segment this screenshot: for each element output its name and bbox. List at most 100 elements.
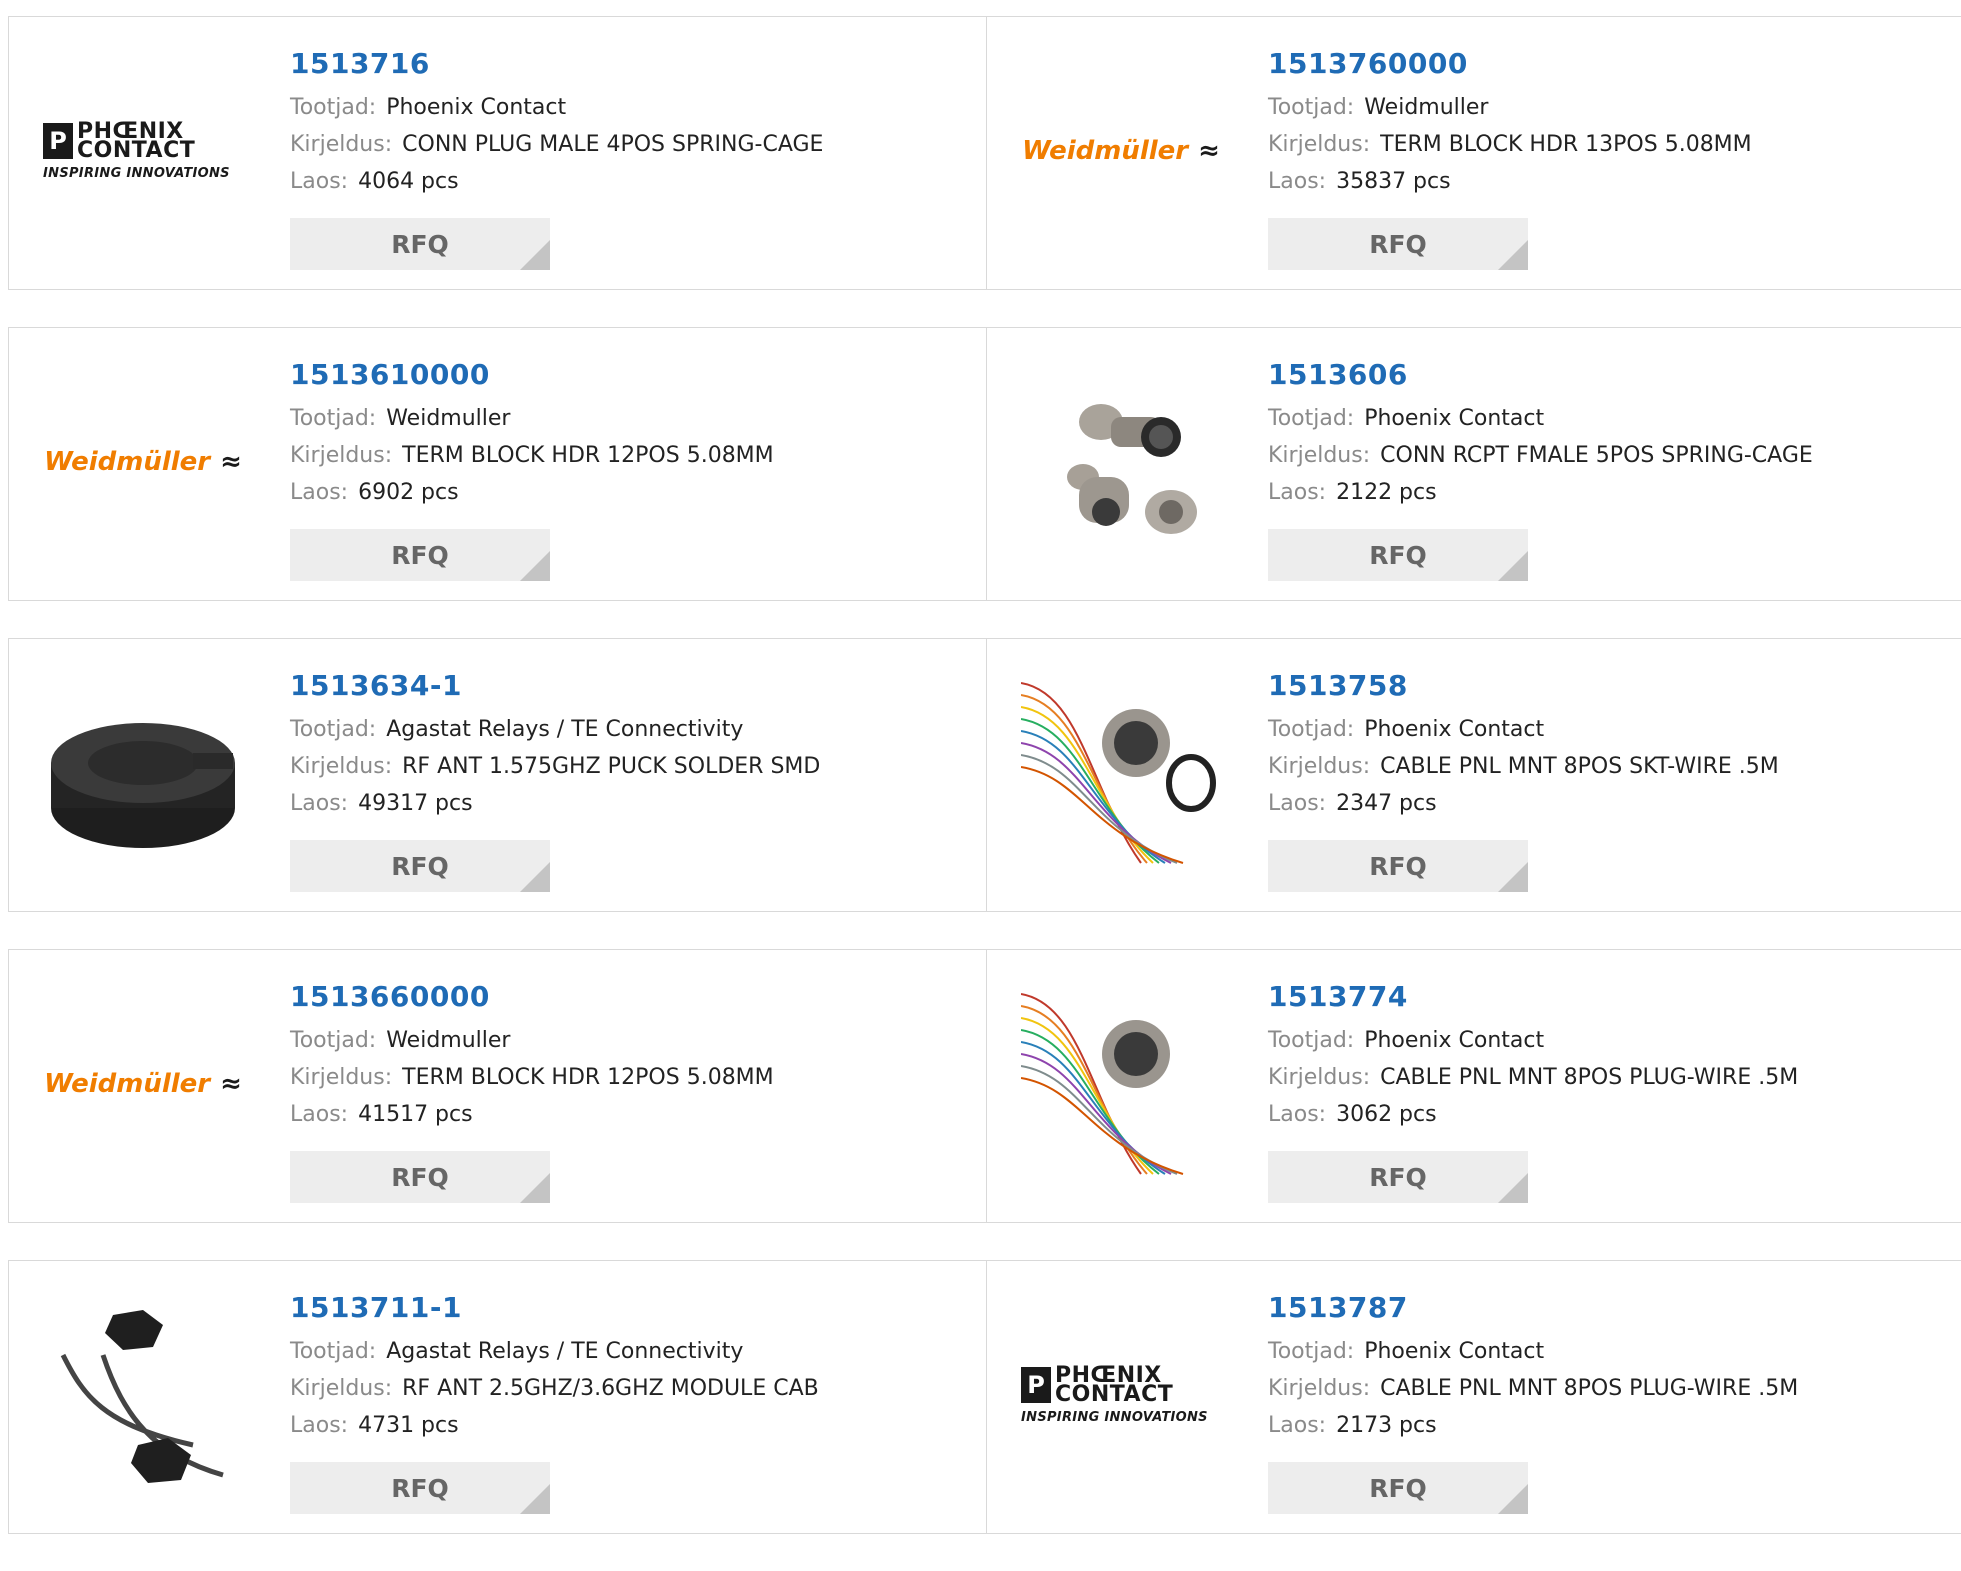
weidmuller-symbol-icon: ≈ xyxy=(220,447,242,477)
rfq-button[interactable]: RFQ xyxy=(290,529,550,581)
product-card: Weidmüller ≈ 1513760000 Tootjad: Weidmulle… xyxy=(986,16,1961,290)
part-number-link[interactable]: 1513711-1 xyxy=(290,1291,819,1325)
product-grid: P PHŒNIX CONTACT INSPIRING INNOVATIONS 1513… xyxy=(8,16,1961,1571)
rfq-label: RFQ xyxy=(1369,540,1427,570)
manufacturer-label: Tootjad: xyxy=(290,1028,377,1053)
cable-socket-photo[interactable] xyxy=(1021,673,1221,873)
part-number-link[interactable]: 1513716 xyxy=(290,47,823,81)
part-number-link[interactable]: 1513758 xyxy=(1268,669,1779,703)
manufacturer-value: Weidmuller xyxy=(386,406,511,431)
manufacturer-row: Tootjad: Phoenix Contact xyxy=(1268,1022,1798,1059)
manufacturer-value: Agastat Relays / TE Connectivity xyxy=(386,1339,744,1364)
description-label: Kirjeldus: xyxy=(1268,754,1371,779)
weidmuller-logo[interactable]: Weidmüller ≈ xyxy=(1021,51,1221,251)
description-value: CONN PLUG MALE 4POS SPRING-CAGE xyxy=(402,132,824,157)
module-antenna-photo[interactable] xyxy=(43,1295,243,1495)
product-card: 1513634-1 Tootjad: Agastat Relays / TE Co… xyxy=(8,638,987,912)
description-value: CABLE PNL MNT 8POS PLUG-WIRE .5M xyxy=(1380,1376,1799,1401)
weidmuller-symbol-icon: ≈ xyxy=(1198,136,1220,166)
rfq-label: RFQ xyxy=(1369,1162,1427,1192)
rfq-button[interactable]: RFQ xyxy=(1268,1151,1528,1203)
part-number-link[interactable]: 1513610000 xyxy=(290,358,774,392)
description-row: Kirjeldus: RF ANT 2.5GHZ/3.6GHZ MODULE CA… xyxy=(290,1370,819,1407)
description-label: Kirjeldus: xyxy=(1268,1376,1371,1401)
rfq-button[interactable]: RFQ xyxy=(290,218,550,270)
logo-text: Weidmüller xyxy=(44,447,211,477)
logo-tagline: INSPIRING INNOVATIONS xyxy=(1021,1409,1208,1425)
corner-triangle-icon xyxy=(1498,1173,1528,1203)
manufacturer-label: Tootjad: xyxy=(290,717,377,742)
puck-antenna-photo[interactable] xyxy=(43,673,243,873)
logo-tagline: INSPIRING INNOVATIONS xyxy=(43,165,230,181)
puck-antenna-photo-icon xyxy=(51,723,235,848)
stock-value: 35837 pcs xyxy=(1336,169,1451,194)
rfq-button[interactable]: RFQ xyxy=(1268,218,1528,270)
product-card: 1513711-1 Tootjad: Agastat Relays / TE Co… xyxy=(8,1260,987,1534)
stock-row: Laos: 49317 pcs xyxy=(290,785,820,822)
rfq-label: RFQ xyxy=(1369,851,1427,881)
module-antenna-photo-icon xyxy=(60,1310,224,1483)
manufacturer-value: Agastat Relays / TE Connectivity xyxy=(386,717,744,742)
cable-plug-photo[interactable] xyxy=(1021,984,1221,1184)
manufacturer-label: Tootjad: xyxy=(290,1339,377,1364)
rfq-button[interactable]: RFQ xyxy=(290,1462,550,1514)
product-card: Weidmüller ≈ 1513660000 Tootjad: Weidmulle… xyxy=(8,949,987,1223)
product-info: 1513610000 Tootjad: Weidmuller Kirjeldus:… xyxy=(290,358,774,511)
stock-row: Laos: 4731 pcs xyxy=(290,1407,819,1444)
description-value: CONN RCPT FMALE 5POS SPRING-CAGE xyxy=(1380,443,1813,468)
manufacturer-value: Weidmuller xyxy=(386,1028,511,1053)
stock-value: 2347 pcs xyxy=(1336,791,1437,816)
description-label: Kirjeldus: xyxy=(1268,132,1371,157)
stock-value: 4731 pcs xyxy=(358,1413,459,1438)
rfq-button[interactable]: RFQ xyxy=(290,840,550,892)
manufacturer-label: Tootjad: xyxy=(1268,95,1355,120)
part-number-link[interactable]: 1513760000 xyxy=(1268,47,1752,81)
logo-text: CONTACT xyxy=(77,137,196,163)
stock-label: Laos: xyxy=(290,169,349,194)
product-info: 1513634-1 Tootjad: Agastat Relays / TE Co… xyxy=(290,669,820,822)
description-label: Kirjeldus: xyxy=(290,1065,393,1090)
phoenix-logo[interactable]: P PHŒNIX CONTACT INSPIRING INNOVATIONS xyxy=(1021,1295,1221,1495)
description-row: Kirjeldus: CONN RCPT FMALE 5POS SPRING-CA… xyxy=(1268,437,1813,474)
product-info: 1513711-1 Tootjad: Agastat Relays / TE Co… xyxy=(290,1291,819,1444)
cable-plug-photo-icon xyxy=(1021,993,1184,1175)
corner-triangle-icon xyxy=(520,240,550,270)
manufacturer-label: Tootjad: xyxy=(1268,1339,1355,1364)
manufacturer-value: Phoenix Contact xyxy=(1364,1028,1545,1053)
product-info: 1513660000 Tootjad: Weidmuller Kirjeldus:… xyxy=(290,980,774,1133)
weidmuller-logo: Weidmüller ≈ xyxy=(44,1069,242,1099)
part-number-link[interactable]: 1513660000 xyxy=(290,980,774,1014)
corner-triangle-icon xyxy=(520,862,550,892)
product-card: 1513606 Tootjad: Phoenix Contact Kirjeldu… xyxy=(986,327,1961,601)
corner-triangle-icon xyxy=(1498,1484,1528,1514)
part-number-link[interactable]: 1513787 xyxy=(1268,1291,1798,1325)
part-number-link[interactable]: 1513774 xyxy=(1268,980,1798,1014)
logo-text: Weidmüller xyxy=(44,1069,211,1099)
rfq-button[interactable]: RFQ xyxy=(290,1151,550,1203)
phoenix-logo[interactable]: P PHŒNIX CONTACT INSPIRING INNOVATIONS xyxy=(43,51,243,251)
rfq-button[interactable]: RFQ xyxy=(1268,840,1528,892)
corner-triangle-icon xyxy=(1498,862,1528,892)
rfq-button[interactable]: RFQ xyxy=(1268,1462,1528,1514)
product-info: 1513760000 Tootjad: Weidmuller Kirjeldus:… xyxy=(1268,47,1752,200)
weidmuller-logo[interactable]: Weidmüller ≈ xyxy=(43,362,243,562)
phoenix-mark-icon: P xyxy=(1021,1366,1051,1403)
manufacturer-value: Phoenix Contact xyxy=(1364,1339,1545,1364)
part-number-link[interactable]: 1513606 xyxy=(1268,358,1813,392)
product-card: P PHŒNIX CONTACT INSPIRING INNOVATIONS 1513… xyxy=(8,16,987,290)
product-card: P PHŒNIX CONTACT INSPIRING INNOVATIONS 1513… xyxy=(986,1260,1961,1534)
product-row: Weidmüller ≈ 1513660000 Tootjad: Weidmulle… xyxy=(8,949,1961,1223)
manufacturer-row: Tootjad: Phoenix Contact xyxy=(290,89,823,126)
description-value: TERM BLOCK HDR 12POS 5.08MM xyxy=(402,443,774,468)
stock-value: 4064 pcs xyxy=(358,169,459,194)
part-number-link[interactable]: 1513634-1 xyxy=(290,669,820,703)
logo-text: Weidmüller xyxy=(1022,136,1189,166)
manufacturer-row: Tootjad: Phoenix Contact xyxy=(1268,1333,1798,1370)
manufacturer-row: Tootjad: Agastat Relays / TE Connectivity xyxy=(290,711,820,748)
connector-photo[interactable] xyxy=(1021,362,1221,562)
description-row: Kirjeldus: CABLE PNL MNT 8POS PLUG-WIRE .… xyxy=(1268,1370,1798,1407)
manufacturer-row: Tootjad: Phoenix Contact xyxy=(1268,711,1779,748)
stock-label: Laos: xyxy=(1268,1102,1327,1127)
weidmuller-logo[interactable]: Weidmüller ≈ xyxy=(43,984,243,1184)
rfq-button[interactable]: RFQ xyxy=(1268,529,1528,581)
